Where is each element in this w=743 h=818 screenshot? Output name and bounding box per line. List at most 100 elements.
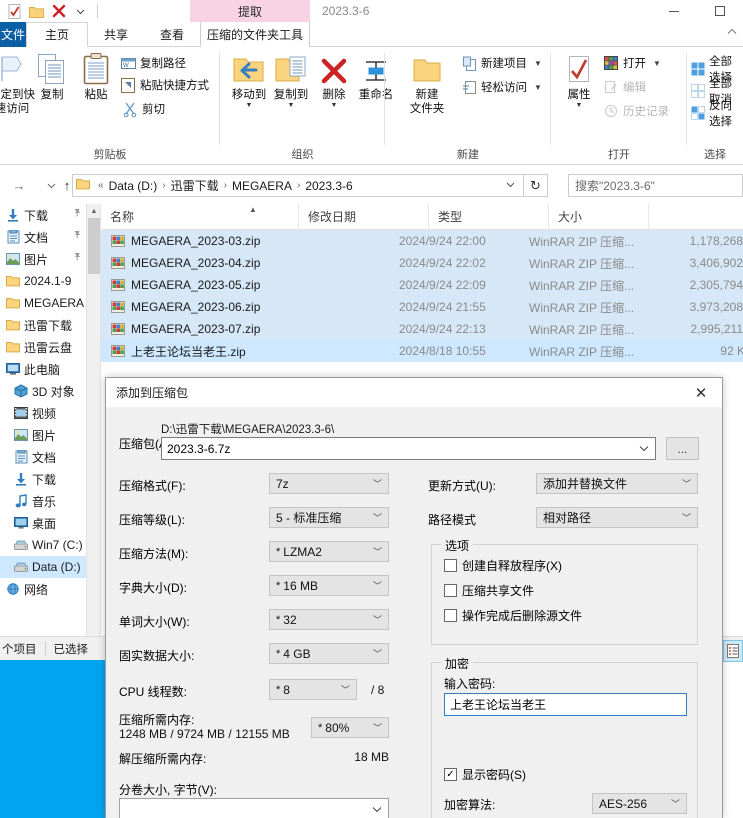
invert-selection-button[interactable]: 反向选择 — [691, 97, 743, 129]
breadcrumb-item-3[interactable]: 2023.3-6 — [304, 179, 353, 193]
tab-file[interactable]: 文件 — [0, 22, 26, 47]
compression-method-select[interactable]: * LZMA2 ﹀ — [269, 541, 389, 562]
chevron-down-icon[interactable] — [639, 444, 649, 454]
chevron-up-icon[interactable] — [727, 26, 737, 38]
nav-item-10[interactable]: 图片 — [0, 424, 86, 446]
open-button[interactable]: 打开 ▼ — [603, 55, 661, 71]
nav-item-9[interactable]: 视频 — [0, 402, 86, 424]
paste-shortcut-button[interactable]: 粘贴快捷方式 — [120, 77, 209, 93]
scrollbar-thumb[interactable] — [88, 218, 100, 274]
column-header-date[interactable]: 修改日期 — [299, 204, 429, 229]
breadcrumb-item-2[interactable]: MEGAERA — [231, 179, 293, 193]
navigation-pane[interactable]: 下载 文档 图片 2024.1-9 MEGAERA 迅雷下载 迅雷云盘 此电脑 3D 对象 视频图… — [0, 204, 86, 636]
nav-item-1[interactable]: 文档 — [0, 226, 86, 248]
navigation-pane-scrollbar[interactable]: ▲ — [86, 204, 100, 636]
nav-item-8[interactable]: 3D 对象 — [0, 380, 86, 402]
close-icon[interactable]: ✕ — [680, 378, 722, 407]
breadcrumb-separator[interactable]: › — [220, 180, 231, 191]
nav-item-12[interactable]: 下载 — [0, 468, 86, 490]
table-row[interactable]: MEGAERA_2023-03.zip 2024/9/24 22:00 WinRAR… — [101, 230, 743, 252]
nav-item-11[interactable]: 文档 — [0, 446, 86, 468]
table-row[interactable]: 上老王论坛当老王.zip 2024/8/18 10:55 WinRAR ZIP 压缩… — [101, 340, 743, 362]
breadcrumb-item-0[interactable]: Data (D:) — [108, 179, 159, 193]
browse-button[interactable]: ... — [666, 437, 699, 460]
cut-button[interactable]: 剪切 — [122, 101, 165, 117]
delete-after-compression-checkbox[interactable]: 操作完成后删除源文件 — [444, 607, 582, 624]
chevron-down-icon: ﹀ — [372, 547, 382, 557]
table-row[interactable]: MEGAERA_2023-04.zip 2024/9/24 22:02 WinRAR… — [101, 252, 743, 274]
nav-item-7[interactable]: 此电脑 — [0, 358, 86, 380]
back-arrow-icon[interactable]: → — [10, 176, 28, 194]
encryption-algorithm-select[interactable]: AES-256 ﹀ — [592, 793, 687, 814]
tab-home[interactable]: 主页 — [26, 22, 88, 47]
tab-view[interactable]: 查看 — [144, 22, 200, 47]
paste-button[interactable]: 粘贴 — [70, 51, 122, 102]
tab-share[interactable]: 共享 — [88, 22, 144, 47]
easy-access-button[interactable]: 轻松访问 ▼ — [461, 79, 542, 95]
nav-item-14[interactable]: 桌面 — [0, 512, 86, 534]
chevron-down-icon[interactable] — [372, 805, 382, 815]
nav-item-13[interactable]: 音乐 — [0, 490, 86, 512]
pin-icon[interactable] — [73, 252, 82, 264]
nav-item-5[interactable]: 迅雷下载 — [0, 314, 86, 336]
new-folder-icon[interactable] — [28, 3, 45, 20]
archive-name-input[interactable]: 2023.3-6.7z — [161, 437, 656, 460]
nav-item-16[interactable]: Data (D:) — [0, 556, 86, 578]
memory-percent-select[interactable]: * 80% ﹀ — [311, 717, 389, 738]
breadcrumb-item-1[interactable]: 迅雷下载 — [170, 177, 220, 194]
compression-level-select[interactable]: 5 - 标准压缩 ﹀ — [269, 507, 389, 528]
minimize-icon[interactable] — [651, 0, 697, 22]
search-input[interactable]: 搜索"2023.3-6" — [568, 174, 743, 197]
dictionary-size-select[interactable]: * 16 MB ﹀ — [269, 575, 389, 596]
copy-path-button[interactable]: W 复制路径 — [120, 55, 186, 71]
show-password-checkbox[interactable]: ✓ 显示密码(S) — [444, 766, 526, 783]
nav-item-2[interactable]: 图片 — [0, 248, 86, 270]
word-size-select[interactable]: * 32 ﹀ — [269, 609, 389, 630]
create-sfx-checkbox[interactable]: 创建自释放程序(X) — [444, 557, 562, 574]
table-row[interactable]: MEGAERA_2023-05.zip 2024/9/24 22:09 WinRAR… — [101, 274, 743, 296]
update-mode-select[interactable]: 添加并替换文件 ﹀ — [536, 473, 698, 494]
nav-item-6[interactable]: 迅雷云盘 — [0, 336, 86, 358]
folder-icon — [4, 339, 22, 355]
breadcrumb-overflow[interactable]: « — [94, 180, 108, 191]
nav-item-3[interactable]: 2024.1-9 — [0, 270, 86, 292]
column-header-name[interactable]: 名称 ▲ — [101, 204, 299, 229]
refresh-icon[interactable]: ↻ — [524, 174, 548, 197]
chevron-down-icon: ▼ — [575, 102, 583, 109]
archive-format-select[interactable]: 7z ﹀ — [269, 473, 389, 494]
qat-dropdown-icon[interactable] — [72, 3, 89, 20]
solid-block-size-select[interactable]: * 4 GB ﹀ — [269, 643, 389, 664]
column-header-type[interactable]: 类型 — [429, 204, 549, 229]
chevron-down-icon[interactable] — [506, 180, 521, 191]
properties-icon[interactable] — [6, 3, 23, 20]
properties-button[interactable]: 属性 ▼ — [553, 51, 605, 109]
column-header-size[interactable]: 大小 — [549, 204, 649, 229]
nav-item-0[interactable]: 下载 — [0, 204, 86, 226]
new-folder-button[interactable]: 新建 文件夹 — [401, 51, 453, 116]
nav-item-label: 桌面 — [32, 516, 57, 531]
contextual-tab-extract[interactable]: 提取 — [190, 0, 310, 22]
scroll-up-icon[interactable]: ▲ — [87, 204, 101, 218]
path-mode-select[interactable]: 相对路径 ﹀ — [536, 507, 698, 528]
breadcrumb-separator[interactable]: › — [293, 180, 304, 191]
taskbar-app-icon[interactable] — [723, 640, 743, 662]
delete-icon[interactable] — [50, 3, 67, 20]
tab-compressed-folder-tools[interactable]: 压缩的文件夹工具 — [200, 22, 310, 47]
pin-icon[interactable] — [73, 230, 82, 242]
modified-marker: * — [276, 647, 281, 660]
nav-item-4[interactable]: MEGAERA — [0, 292, 86, 314]
nav-item-17[interactable]: 网络 — [0, 578, 86, 600]
table-row[interactable]: MEGAERA_2023-06.zip 2024/9/24 21:55 WinRAR… — [101, 296, 743, 318]
table-row[interactable]: MEGAERA_2023-07.zip 2024/9/24 22:13 WinRAR… — [101, 318, 743, 340]
compress-shared-files-checkbox[interactable]: 压缩共享文件 — [444, 582, 534, 599]
pin-icon[interactable] — [73, 208, 82, 220]
password-input[interactable]: 上老王论坛当老王 — [444, 693, 687, 716]
new-item-button[interactable]: 新建项目 ▼ — [461, 55, 542, 71]
nav-item-15[interactable]: Win7 (C:) — [0, 534, 86, 556]
cpu-threads-select[interactable]: * 8 ﹀ — [269, 679, 357, 700]
properties-icon — [567, 51, 591, 85]
breadcrumb-separator[interactable]: › — [158, 180, 169, 191]
split-size-input[interactable] — [119, 798, 389, 818]
breadcrumb[interactable]: « Data (D:) › 迅雷下载 › MEGAERA › 2023.3-6 — [72, 174, 524, 197]
maximize-icon[interactable] — [697, 0, 743, 22]
